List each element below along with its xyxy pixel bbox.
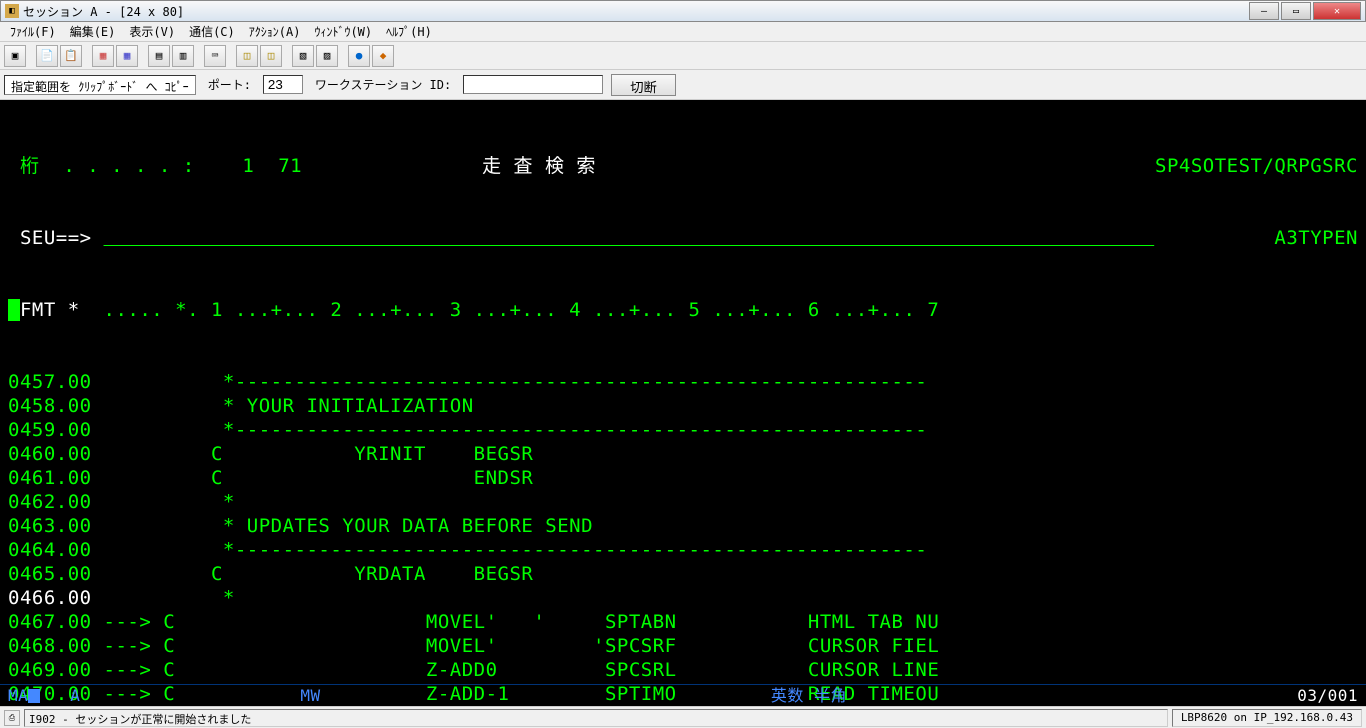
copy-button[interactable]: 📄 <box>36 45 58 67</box>
menu-comm[interactable]: 通信(C) <box>183 21 241 42</box>
tool-btn-2[interactable]: ▦ <box>116 45 138 67</box>
tool-btn-5[interactable]: ◫ <box>236 45 258 67</box>
code-line: 0463.00 * UPDATES YOUR DATA BEFORE SEND <box>8 514 1358 538</box>
toolbar: ▣ 📄 📋 ▦ ▦ ▤ ▥ ⌨ ◫ ◫ ▧ ▨ ● ◆ <box>0 42 1366 70</box>
status-cursor-pos: 03/001 <box>1297 684 1358 707</box>
code-line: 0462.00 * <box>8 490 1358 514</box>
menu-window[interactable]: ｳｨﾝﾄﾞｳ(W) <box>308 21 378 42</box>
connection-icon: ⎙ <box>4 710 20 726</box>
seu-prompt: SEU==> <box>8 227 92 249</box>
code-line: 0461.00 C ENDSR <box>8 466 1358 490</box>
status-ma: MA <box>8 684 28 707</box>
tool-btn-10[interactable]: ◆ <box>372 45 394 67</box>
tool-btn-7[interactable]: ▧ <box>292 45 314 67</box>
keyboard-button[interactable]: ⌨ <box>204 45 226 67</box>
code-line: 0460.00 C YRINIT BEGSR <box>8 442 1358 466</box>
tool-btn-6[interactable]: ◫ <box>260 45 282 67</box>
code-line: 0464.00 *-------------------------------… <box>8 538 1358 562</box>
tool-btn-1[interactable]: ▦ <box>92 45 114 67</box>
minimize-button[interactable]: — <box>1249 2 1279 20</box>
workstation-input[interactable] <box>463 75 603 94</box>
code-line: 0459.00 *-------------------------------… <box>8 418 1358 442</box>
workstation-label: ワークステーション ID: <box>311 76 455 93</box>
status-input-mode: 英数 半角 <box>321 684 1298 707</box>
tool-btn-3[interactable]: ▤ <box>148 45 170 67</box>
port-input[interactable] <box>263 75 303 94</box>
tool-btn-4[interactable]: ▥ <box>172 45 194 67</box>
paste-button[interactable]: 📋 <box>60 45 82 67</box>
window-title: セッション A - [24 x 80] <box>23 3 1249 20</box>
titlebar: ◧ セッション A - [24 x 80] — ▭ ✕ <box>0 0 1366 22</box>
status-message: I902 - セッションが正常に開始されました <box>24 709 1168 727</box>
screen-button[interactable]: ▣ <box>4 45 26 67</box>
code-line: 0466.00 * <box>8 586 1358 610</box>
menu-file[interactable]: ﾌｧｲﾙ(F) <box>4 21 62 42</box>
menubar: ﾌｧｲﾙ(F) 編集(E) 表示(V) 通信(C) ｱｸｼｮﾝ(A) ｳｨﾝﾄﾞ… <box>0 22 1366 42</box>
header-col: 桁 . . . . . : 1 71 <box>8 155 302 177</box>
tool-btn-9[interactable]: ● <box>348 45 370 67</box>
port-label: ポート: <box>204 76 255 93</box>
code-line: 0458.00 * YOUR INITIALIZATION <box>8 394 1358 418</box>
menu-edit[interactable]: 編集(E) <box>64 21 122 42</box>
code-line: 0467.00 ---> C MOVEL' ' SPTABN HTML TAB … <box>8 610 1358 634</box>
maximize-button[interactable]: ▭ <box>1281 2 1311 20</box>
connection-info: LBP8620 on IP_192.168.0.43 <box>1172 709 1362 727</box>
code-line: 0468.00 ---> C MOVEL' 'SPCSRF CURSOR FIE… <box>8 634 1358 658</box>
menu-action[interactable]: ｱｸｼｮﾝ(A) <box>243 21 307 42</box>
controlbar: 指定範囲を ｸﾘｯﾌﾟﾎﾞｰﾄﾞ へ ｺﾋﾟｰ ポート: ワークステーション I… <box>0 70 1366 100</box>
tool-btn-8[interactable]: ▨ <box>316 45 338 67</box>
terminal-status: MA A MW 英数 半角 03/001 <box>0 684 1366 706</box>
close-button[interactable]: ✕ <box>1313 2 1361 20</box>
status-block-icon <box>28 689 40 703</box>
code-line: 0469.00 ---> C Z-ADD0 SPCSRL CURSOR LINE <box>8 658 1358 682</box>
menu-help[interactable]: ﾍﾙﾌﾟ(H) <box>380 21 438 42</box>
code-line: 0457.00 *-------------------------------… <box>8 370 1358 394</box>
disconnect-button[interactable]: 切断 <box>611 74 676 96</box>
window-controls: — ▭ ✕ <box>1249 2 1361 20</box>
terminal-screen[interactable]: 桁 . . . . . : 1 71 走 査 検 索 SP4SOTEST/QRPGS… <box>0 100 1366 706</box>
seu-member: A3TYPEN <box>1274 226 1358 250</box>
header-title: 走 査 検 索 <box>482 155 596 177</box>
code-line: 0465.00 C YRDATA BEGSR <box>8 562 1358 586</box>
app-icon: ◧ <box>5 4 19 18</box>
status-mw: MW <box>300 684 320 707</box>
menu-view[interactable]: 表示(V) <box>123 21 181 42</box>
fmt-line: FMT * <box>20 299 80 321</box>
status-a: A <box>70 684 80 707</box>
clipboard-dropdown[interactable]: 指定範囲を ｸﾘｯﾌﾟﾎﾞｰﾄﾞ へ ｺﾋﾟｰ <box>4 75 196 95</box>
header-source: SP4SOTEST/QRPGSRC <box>1155 154 1358 178</box>
statusbar: ⎙ I902 - セッションが正常に開始されました LBP8620 on IP_… <box>0 706 1366 728</box>
